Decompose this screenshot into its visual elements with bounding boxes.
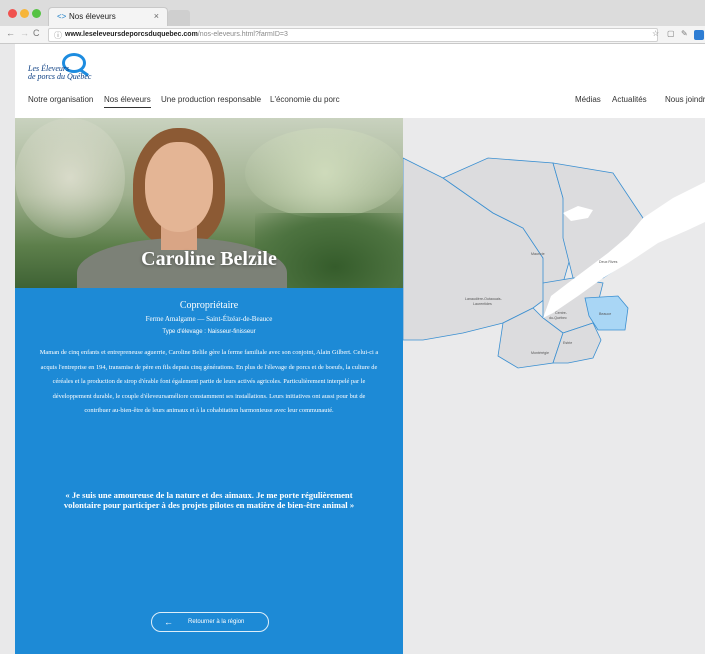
reload-icon[interactable]: C [33,28,40,38]
bookmark-star-icon[interactable]: ☆ [652,29,659,38]
favicon-icon: <> [57,12,67,21]
map-label-mauricie: Mauricie [531,252,545,256]
website: Les Éleveurs de porcs du Québec Notre or… [15,44,705,654]
browser-chrome: <> Nos éleveurs × ← → C ⓘ www.leseleveur… [0,0,705,44]
region-map-svg: Mauricie Deux Rives Lanaudière-Outaouais… [403,157,705,369]
nav-link-nous-joindre[interactable]: Nous joindre [665,95,705,104]
url-path: /nos-eleveurs.html?farmID=3 [197,31,288,38]
main-navigation: Notre organisation Nos éleveurs Une prod… [28,95,705,108]
nav-link-notre-organisation[interactable]: Notre organisation [28,95,93,104]
map-label-deux-rives: Deux Rives [599,260,618,264]
breeding-type: Type d'élevage : Naisseur-finisseur [162,329,256,335]
close-icon[interactable]: × [154,11,159,21]
tab-strip: <> Nos éleveurs × [0,0,705,26]
minimize-window-button[interactable] [20,9,29,18]
nav-link-nos-eleveurs[interactable]: Nos éleveurs [104,95,151,108]
url-domain: www.leseleveursdeporcsduquebec.com [65,31,198,38]
info-icon[interactable]: ⓘ [54,30,62,41]
photo-face [145,142,213,232]
map-label-estrie: Estrie [563,341,572,345]
new-tab-button[interactable] [168,10,190,26]
tab-title: Nos éleveurs [69,12,116,21]
farmer-quote: « Je suis une amoureuse de la nature et … [63,490,355,510]
pin-icon[interactable]: ✎ [681,29,688,38]
profile-extension-icon[interactable] [694,30,704,40]
arrow-left-icon: ← [164,617,173,627]
address-bar[interactable]: ⓘ www.leseleveursdeporcsduquebec.com/nos… [48,28,658,42]
profile-photo: Caroline Belzile [15,118,403,288]
farmer-role: Copropriétaire [179,300,239,311]
map-label-beauce: Beauce [599,312,611,316]
close-window-button[interactable] [8,9,17,18]
farmer-description: Maman de cinq enfants et entrepreneuse a… [39,349,379,415]
nav-link-economie-du-porc[interactable]: L'économie du porc [270,95,340,104]
region-map[interactable]: Mauricie Deux Rives Lanaudière-Outaouais… [403,118,705,654]
map-label-monteregie: Montérégie [531,351,549,355]
back-to-region-button[interactable]: ← Retourner à la région [151,612,269,632]
logo-text: Les Éleveurs de porcs du Québec [28,65,91,81]
forward-arrow-icon[interactable]: → [20,28,29,38]
nav-link-medias[interactable]: Médias [575,95,601,104]
browser-toolbar: ← → C ⓘ www.leseleveursdeporcsduquebec.c… [0,26,705,44]
nav-link-actualites[interactable]: Actualités [612,95,647,104]
farm-name: Ferme Amalgame — Saint-Élzéar-de-Beauce [145,315,273,323]
extension-icon[interactable]: ▢ [667,29,675,38]
farmer-bio-panel: Copropriétaire Ferme Amalgame — Saint-Él… [15,288,403,654]
maximize-window-button[interactable] [32,9,41,18]
nav-link-production-responsable[interactable]: Une production responsable [161,95,261,104]
farmer-name: Caroline Belzile [141,248,277,270]
url-text: www.leseleveursdeporcsduquebec.com/nos-e… [65,31,288,38]
back-to-region-label: Retourner à la région [188,619,245,625]
back-arrow-icon[interactable]: ← [6,28,15,38]
browser-tab[interactable]: <> Nos éleveurs × [48,7,168,26]
site-logo[interactable]: Les Éleveurs de porcs du Québec [28,53,118,85]
photo-background-foliage-light [245,128,403,218]
photo-background-light [15,118,125,238]
logo-line-2: de porcs du Québec [28,72,92,81]
